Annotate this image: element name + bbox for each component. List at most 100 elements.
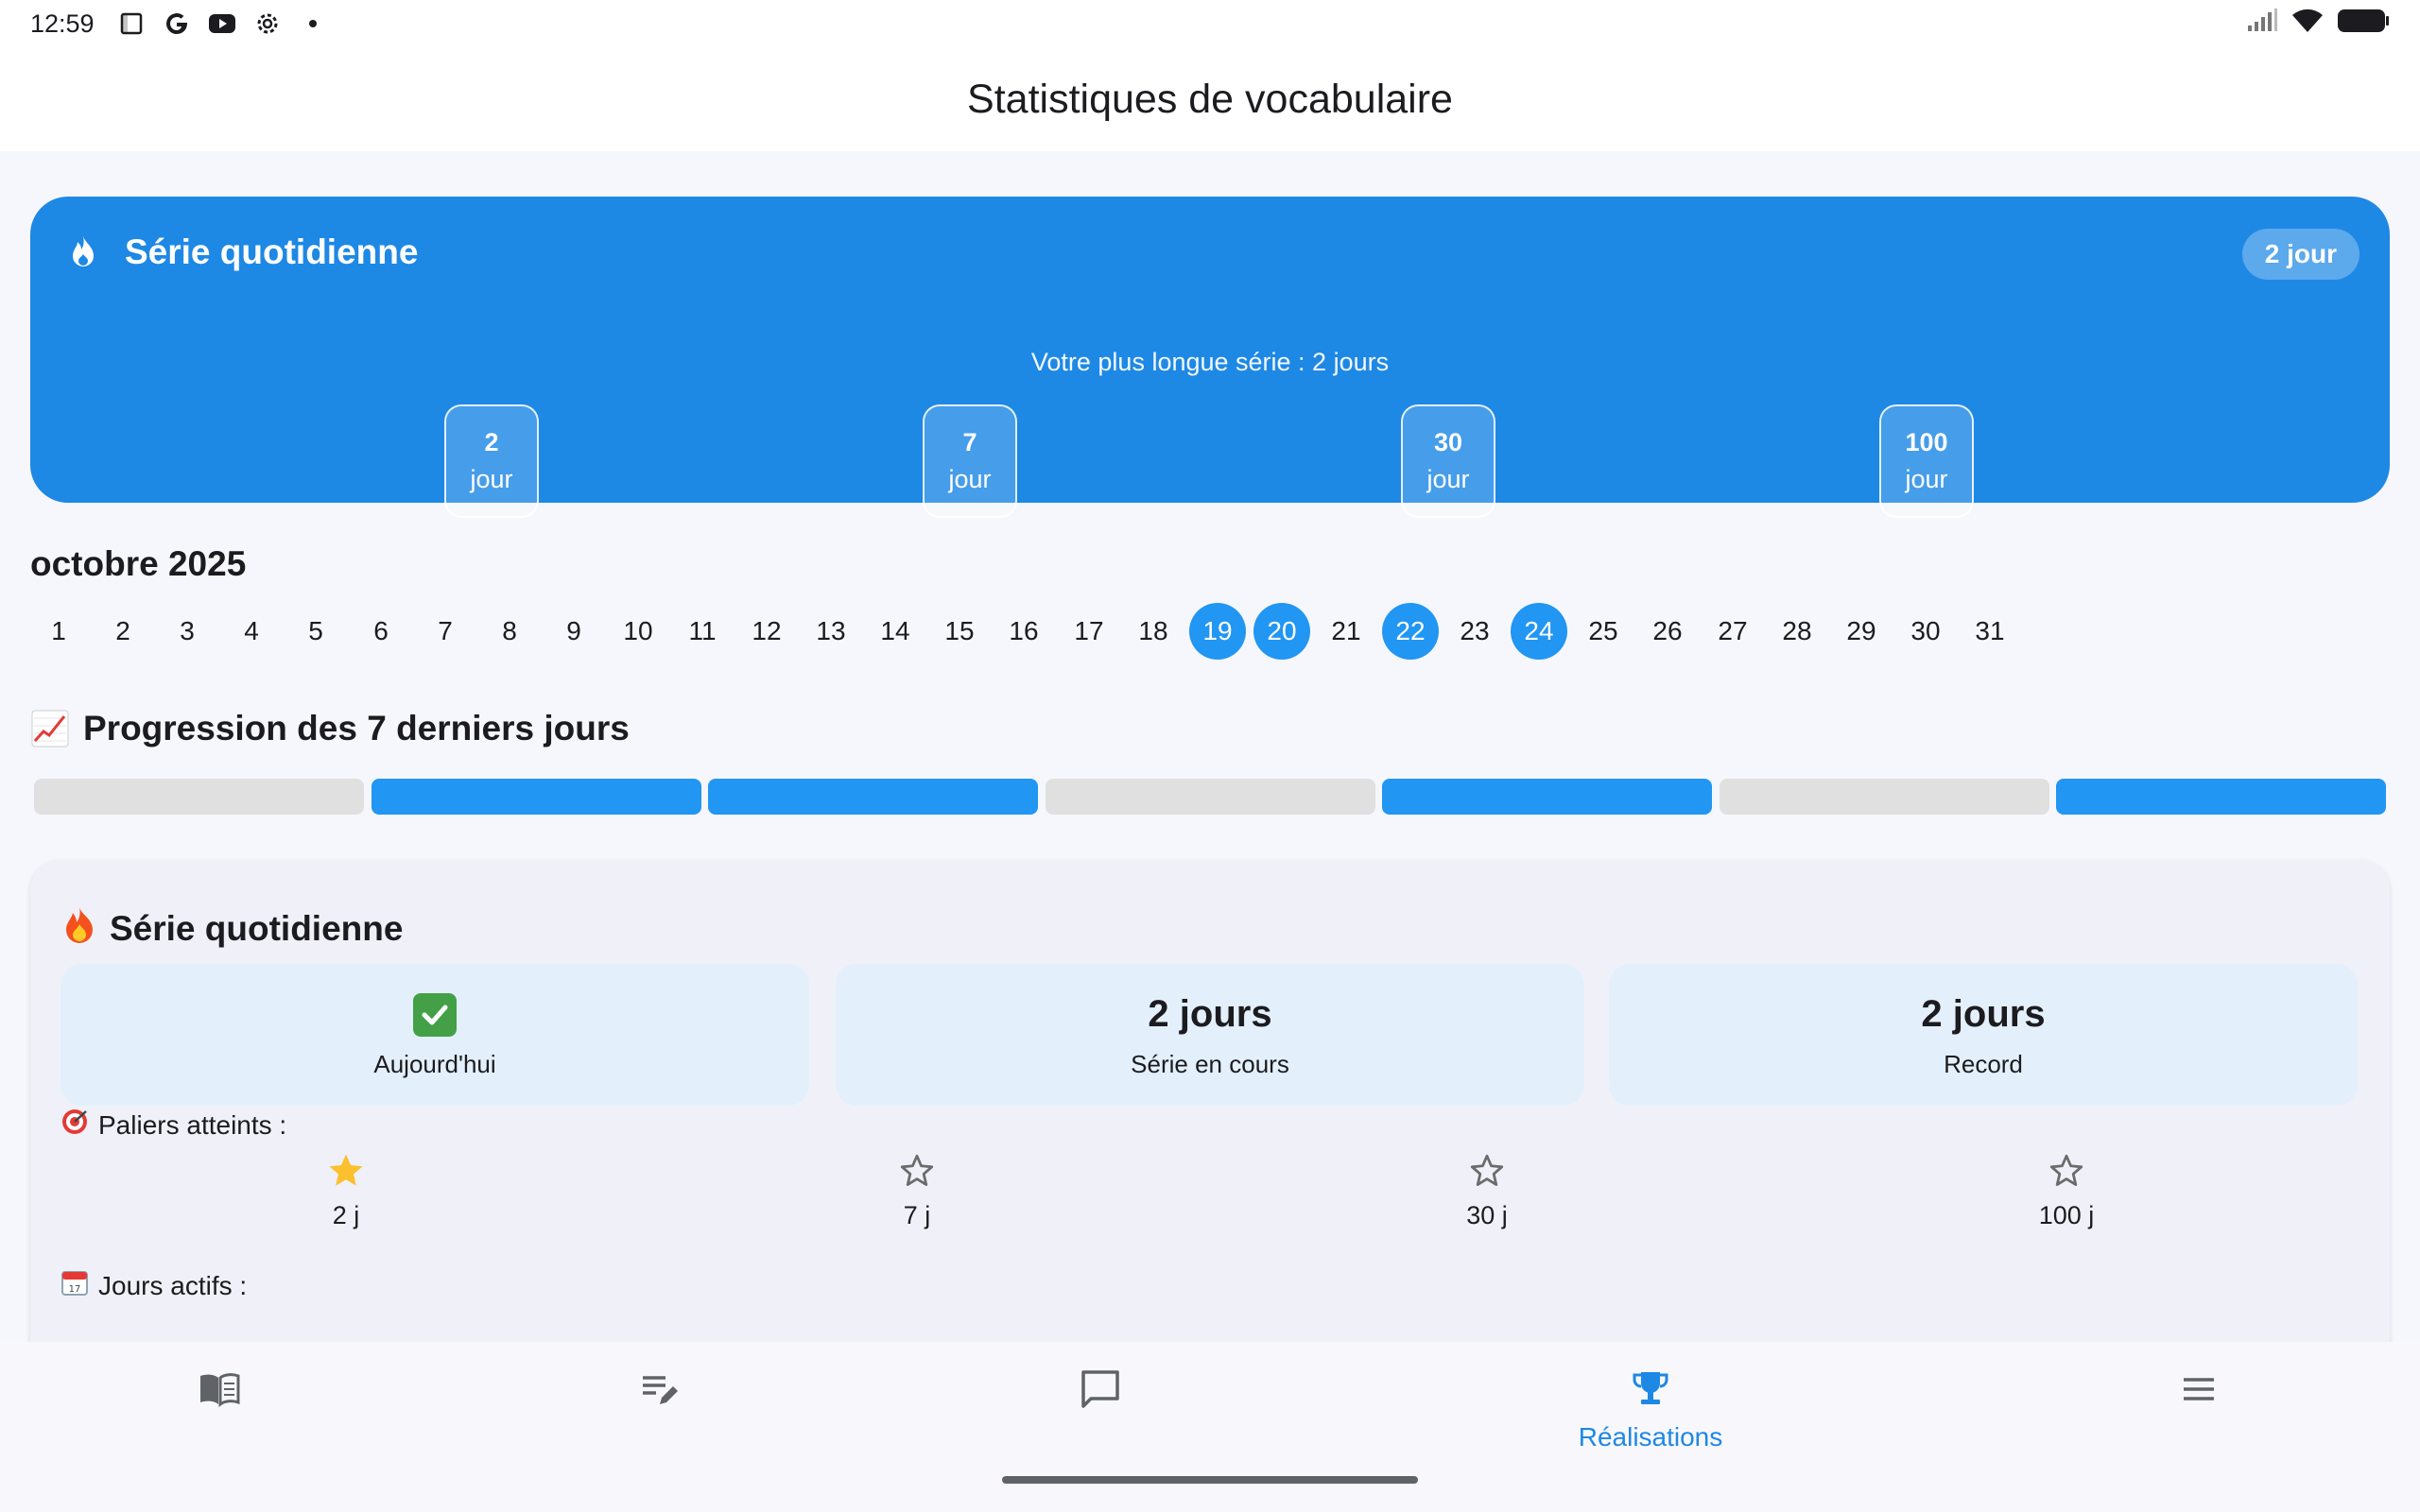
calendar-day-active[interactable]: 22 xyxy=(1382,603,1439,660)
calendar-day[interactable]: 15 xyxy=(931,603,988,660)
milestone-value: 7 xyxy=(962,428,977,456)
milestone-unit: jour xyxy=(470,465,513,493)
milestone-badge: 2 jour xyxy=(444,404,539,518)
calendar-day-active[interactable]: 19 xyxy=(1189,603,1246,660)
calendar-day[interactable]: 2 xyxy=(95,603,151,660)
stat-today-label: Aujourd'hui xyxy=(373,1049,496,1078)
calendar-days-row: 1 2 3 4 5 6 7 8 9 10 11 12 13 14 15 16 17 18 19 20 21 22 23 24 2… xyxy=(30,603,2110,663)
svg-text:17: 17 xyxy=(69,1284,81,1295)
nav-item-achievements[interactable]: Réalisations xyxy=(1461,1366,1840,1461)
star-outline-icon xyxy=(2047,1151,2086,1195)
youtube-icon xyxy=(208,9,236,38)
calendar-day[interactable]: 3 xyxy=(159,603,216,660)
screenshot-icon xyxy=(117,9,146,38)
chart-increasing-icon xyxy=(30,709,70,748)
stat-today: Aujourd'hui xyxy=(60,964,809,1106)
calendar-day[interactable]: 14 xyxy=(867,603,924,660)
milestone-unit: jour xyxy=(948,465,992,493)
streak-card-title: Série quotidienne xyxy=(62,905,403,952)
calendar-day[interactable]: 11 xyxy=(674,603,731,660)
fire-icon xyxy=(62,905,96,952)
calendar-day[interactable]: 6 xyxy=(353,603,409,660)
scroll-content[interactable]: Série quotidienne 2 jour Votre plus long… xyxy=(0,151,2420,1342)
milestone-list: 2 jour 7 jour 30 jour 100 jour xyxy=(30,404,2390,518)
stat-current-streak-label: Série en cours xyxy=(1131,1049,1289,1078)
menu-icon xyxy=(2176,1366,2221,1417)
paliers-title: Paliers atteints : xyxy=(60,1108,286,1143)
progress-day-done xyxy=(2056,779,2386,815)
calendar-day-active[interactable]: 20 xyxy=(1253,603,1310,660)
chat-icon xyxy=(1078,1366,1123,1417)
calendar-day[interactable]: 10 xyxy=(610,603,666,660)
palier-label: 2 j xyxy=(332,1201,360,1229)
calendar-day[interactable]: 31 xyxy=(1962,603,2018,660)
calendar-day[interactable]: 9 xyxy=(545,603,602,660)
book-icon xyxy=(197,1366,242,1417)
palier-item: 2 j xyxy=(289,1151,403,1230)
calendar-day[interactable]: 25 xyxy=(1575,603,1632,660)
progress-bars xyxy=(34,779,2386,815)
status-bar: 12:59 xyxy=(0,0,2420,47)
progress-day-done xyxy=(372,779,701,815)
star-filled-icon xyxy=(326,1151,366,1195)
status-time: 12:59 xyxy=(30,9,95,38)
palier-item: 100 j xyxy=(2010,1151,2123,1230)
calendar-day[interactable]: 27 xyxy=(1704,603,1761,660)
progress-title-text: Progression des 7 derniers jours xyxy=(83,709,630,747)
home-indicator[interactable] xyxy=(1002,1476,1418,1484)
progress-title: Progression des 7 derniers jours xyxy=(30,709,630,748)
stat-record-value: 2 jours xyxy=(1921,993,2046,1035)
calendar-day[interactable]: 8 xyxy=(481,603,538,660)
progress-day-done xyxy=(708,779,1038,815)
milestone-unit: jour xyxy=(1905,465,1948,493)
nav-item-book[interactable] xyxy=(30,1366,408,1461)
calendar-day[interactable]: 16 xyxy=(995,603,1052,660)
milestone-badge: 7 jour xyxy=(923,404,1017,518)
calendar-day[interactable]: 12 xyxy=(738,603,795,660)
calendar-icon: 17 xyxy=(60,1268,89,1303)
palier-item: 7 j xyxy=(860,1151,974,1230)
app-bar: Statistiques de vocabulaire xyxy=(0,47,2420,151)
battery-icon xyxy=(2337,8,2390,41)
longest-streak-text: Votre plus longue série : 2 jours xyxy=(1030,348,1390,376)
nav-item-exercises[interactable] xyxy=(471,1366,849,1461)
calendar-day[interactable]: 1 xyxy=(30,603,87,660)
notification-dot-icon xyxy=(299,9,327,38)
nav-item-menu[interactable] xyxy=(2010,1366,2388,1461)
calendar-day[interactable]: 26 xyxy=(1639,603,1696,660)
wifi-icon xyxy=(2291,8,2324,41)
calendar-day[interactable]: 18 xyxy=(1125,603,1182,660)
stat-current-streak: 2 jours Série en cours xyxy=(836,964,1584,1106)
calendar-day[interactable]: 17 xyxy=(1061,603,1117,660)
edit-list-icon xyxy=(637,1366,683,1417)
progress-day-missed xyxy=(1720,779,2049,815)
palier-label: 7 j xyxy=(903,1201,931,1229)
paliers-title-text: Paliers atteints : xyxy=(98,1109,287,1140)
calendar-day[interactable]: 29 xyxy=(1833,603,1890,660)
nav-item-chat[interactable] xyxy=(911,1366,1289,1461)
star-outline-icon xyxy=(897,1151,937,1195)
calendar-day[interactable]: 30 xyxy=(1897,603,1954,660)
calendar-month-title: octobre 2025 xyxy=(30,544,247,583)
calendar-day[interactable]: 5 xyxy=(287,603,344,660)
calendar-day[interactable]: 7 xyxy=(417,603,474,660)
stat-current-streak-value: 2 jours xyxy=(1148,993,1272,1035)
progress-day-missed xyxy=(1046,779,1375,815)
calendar-day[interactable]: 13 xyxy=(803,603,859,660)
progress-day-done xyxy=(1382,779,1712,815)
streak-banner: Série quotidienne 2 jour Votre plus long… xyxy=(30,197,2390,518)
star-outline-icon xyxy=(1467,1151,1507,1195)
bottom-navigation: Réalisations xyxy=(0,1342,2420,1512)
streak-card-title-text: Série quotidienne xyxy=(110,908,404,948)
jours-actifs-title-text: Jours actifs : xyxy=(98,1270,248,1300)
calendar-day[interactable]: 28 xyxy=(1769,603,1825,660)
milestone-badge: 100 jour xyxy=(1879,404,1974,518)
calendar-day[interactable]: 4 xyxy=(223,603,280,660)
milestone-badge: 30 jour xyxy=(1401,404,1495,518)
calendar-day[interactable]: 21 xyxy=(1318,603,1374,660)
check-mark-icon xyxy=(413,992,457,1037)
stat-record-label: Record xyxy=(1944,1049,2023,1078)
calendar-day[interactable]: 23 xyxy=(1446,603,1503,660)
calendar-day-active[interactable]: 24 xyxy=(1511,603,1567,660)
flame-icon xyxy=(64,233,102,271)
